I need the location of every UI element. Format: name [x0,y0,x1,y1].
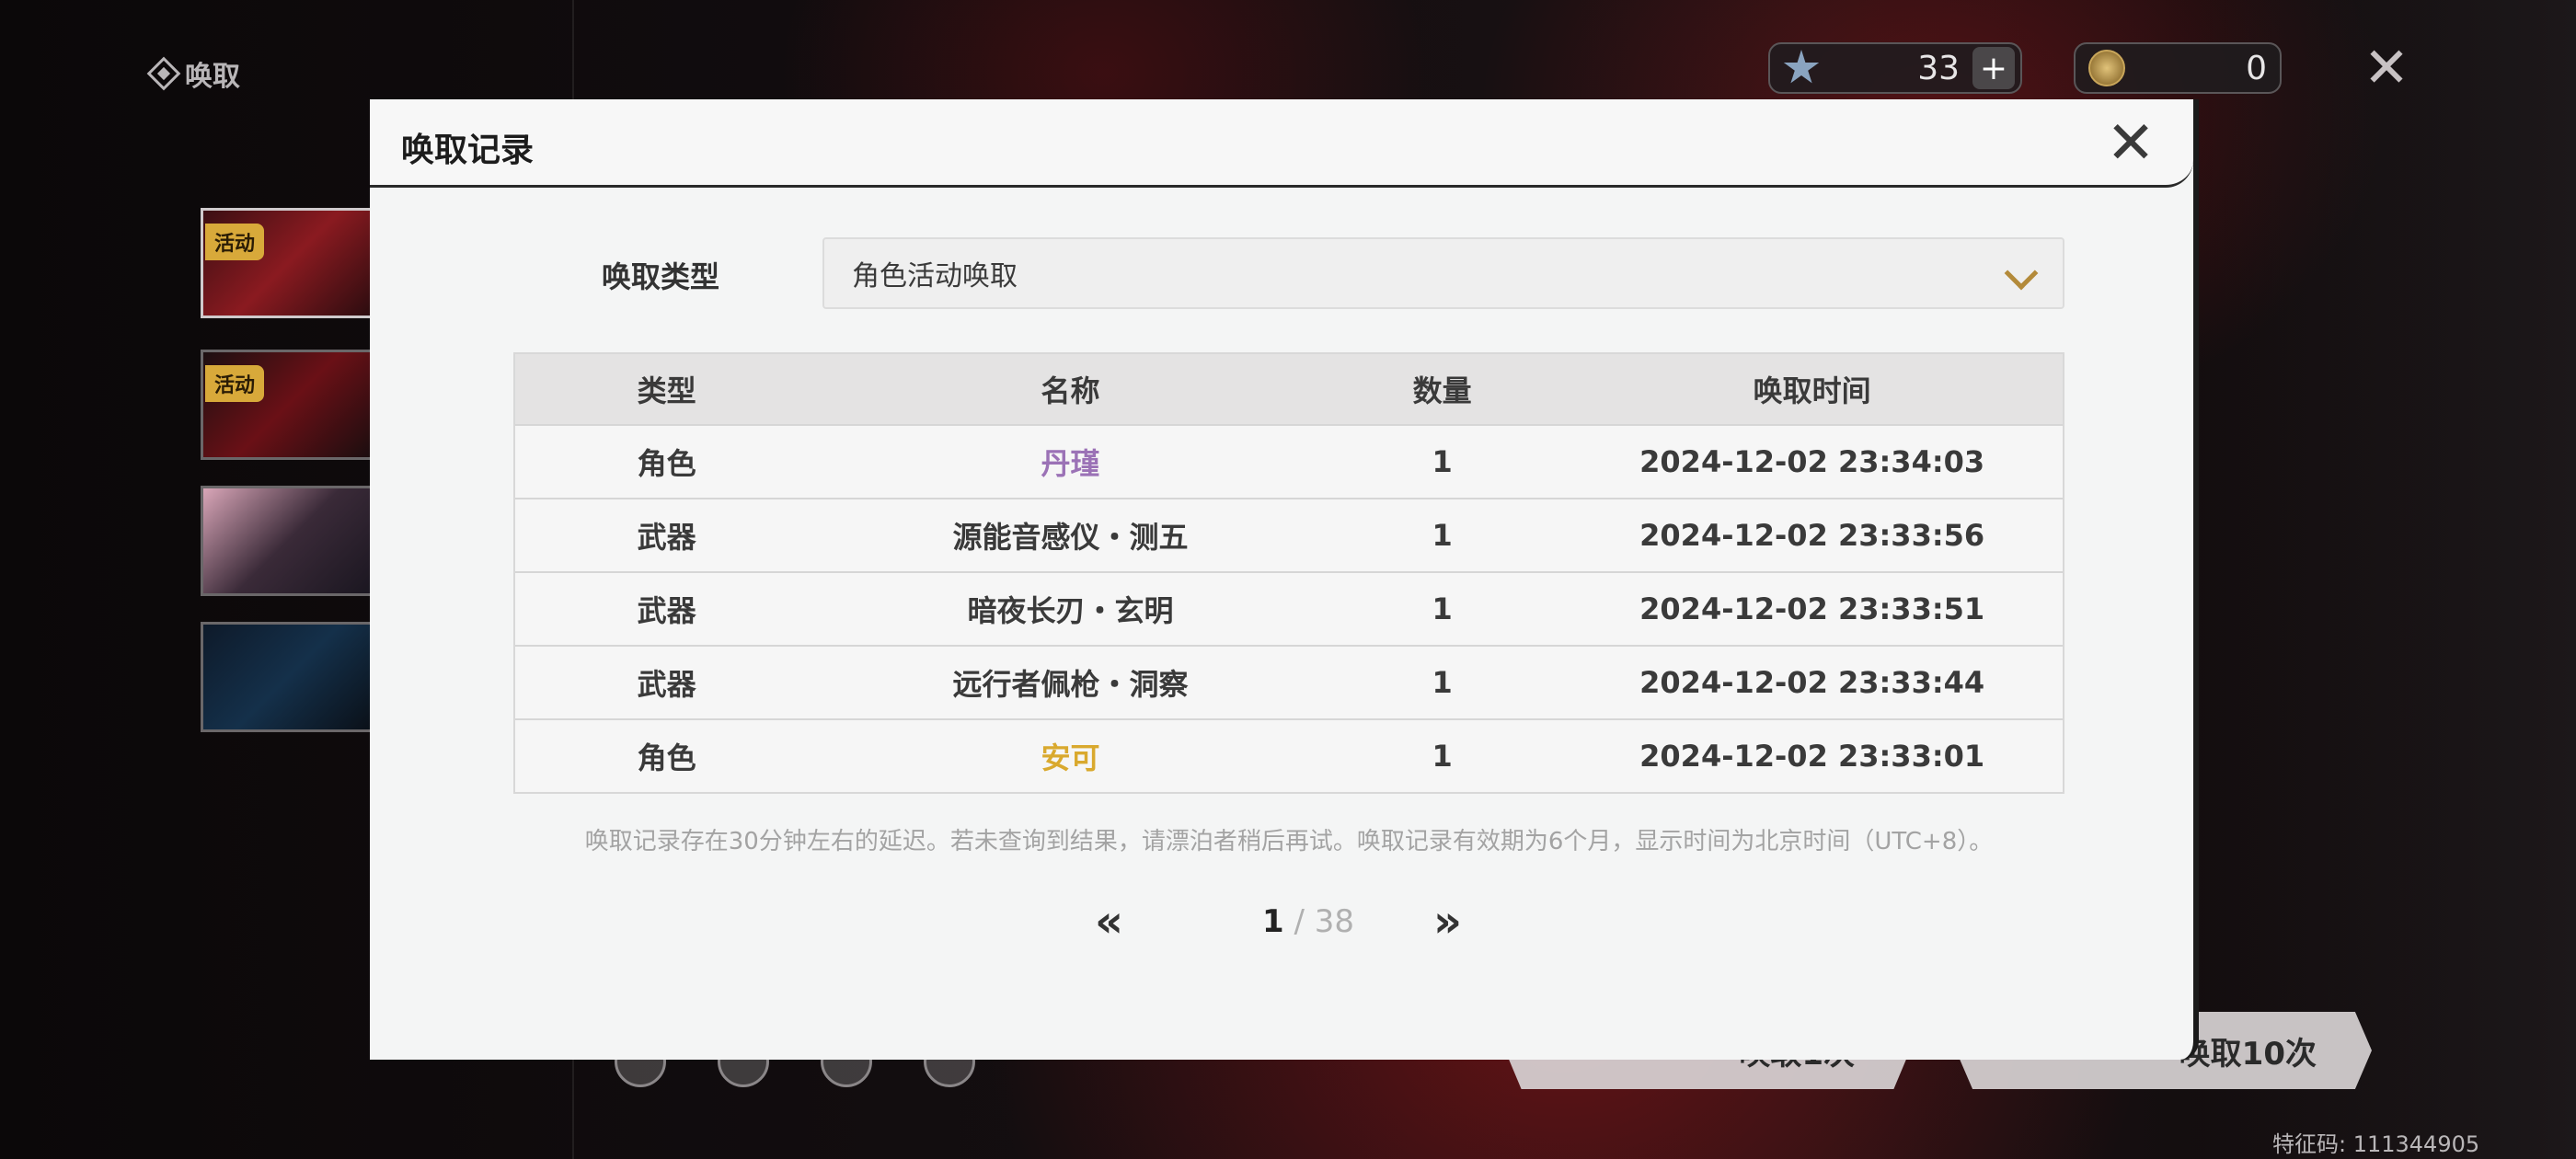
previous-page-icon[interactable]: « [1095,896,1123,947]
table-row: 武器 远行者佩枪・洞察 1 2024-12-02 23:33:44 [515,645,2063,718]
cell-time: 2024-12-02 23:33:01 [1639,739,1985,774]
cell-name: 源能音感仪・测五 [952,520,1189,555]
banner-thumb-1[interactable]: 活动 [201,208,375,318]
cell-name: 丹瑾 [1041,446,1100,481]
cell-type: 角色 [637,446,696,481]
banner-thumb-2[interactable]: 活动 [201,350,375,460]
table-row: 武器 暗夜长刃・玄明 1 2024-12-02 23:33:51 [515,571,2063,645]
cell-name: 暗夜长刃・玄明 [967,593,1174,628]
cell-quantity: 1 [1432,739,1453,774]
cell-quantity: 1 [1432,518,1453,553]
convene-icon [146,56,181,91]
pagination: « 1 / 38 » [370,883,2193,957]
cell-type: 武器 [637,667,696,702]
filter-label: 唤取类型 [602,259,720,294]
current-page: 1 [1261,903,1284,940]
table-header: 类型 名称 数量 唤取时间 [515,354,2063,424]
currency-coin: 0 [2074,42,2282,94]
table-row: 角色 安可 1 2024-12-02 23:33:01 [515,718,2063,792]
coin-icon [2088,50,2125,86]
convene-history-modal: 唤取记录 ✕ 唤取类型 角色活动唤取 类型 名称 数量 唤取时间 角色 丹瑾 1… [370,99,2199,1060]
convene-ten-label: 唤取10次 [2179,1035,2317,1073]
add-currency-button[interactable]: + [1972,47,2015,89]
modal-title: 唤取记录 [401,132,535,169]
event-tag: 活动 [205,224,265,260]
exit-icon[interactable]: ✕ [2359,40,2414,96]
cell-type: 武器 [637,520,696,555]
event-tag: 活动 [205,365,265,402]
banner-thumb-3[interactable] [201,486,375,596]
cell-quantity: 1 [1432,591,1453,626]
header-type: 类型 [637,373,696,408]
table-row: 角色 丹瑾 1 2024-12-02 23:34:03 [515,424,2063,498]
cell-time: 2024-12-02 23:34:03 [1639,444,1985,479]
cell-time: 2024-12-02 23:33:44 [1639,665,1985,700]
header-name: 名称 [1041,373,1100,408]
filter-selected-value: 角色活动唤取 [852,260,1018,293]
banner-thumb-4[interactable] [201,622,375,732]
cell-time: 2024-12-02 23:33:56 [1639,518,1985,553]
total-pages: 38 [1314,903,1354,940]
header-time: 唤取时间 [1753,373,1871,408]
table-row: 武器 源能音感仪・测五 1 2024-12-02 23:33:56 [515,498,2063,571]
history-table: 类型 名称 数量 唤取时间 角色 丹瑾 1 2024-12-02 23:34:0… [513,352,2064,794]
header-quantity: 数量 [1412,373,1472,408]
page-separator: / [1283,903,1315,940]
cell-quantity: 1 [1432,665,1453,700]
background-overlay [2199,0,2576,1159]
modal-header: 唤取记录 ✕ [370,99,2193,188]
screen-title: 唤取 [146,55,240,93]
delay-notice: 唤取记录存在30分钟左右的延迟。若未查询到结果，请漂泊者稍后再试。唤取记录有效期… [584,828,1994,855]
screen-title-text: 唤取 [185,61,240,93]
next-page-icon[interactable]: » [1433,896,1462,947]
cell-type: 武器 [637,593,696,628]
close-icon[interactable]: ✕ [2101,114,2160,173]
currency-value: 0 [2246,49,2267,87]
feature-code: 特征码: 111344905 [2272,1131,2480,1157]
cell-name: 安可 [1041,740,1100,775]
currency-value: 33 [1917,49,1960,87]
star-icon [1783,50,1820,84]
cell-time: 2024-12-02 23:33:51 [1639,591,1985,626]
chevron-down-icon [2004,256,2039,291]
cell-name: 远行者佩枪・洞察 [952,667,1189,702]
currency-astrite: 33 + [1768,42,2022,94]
page-indicator: 1 / 38 [1244,903,1373,940]
cell-quantity: 1 [1432,444,1453,479]
convene-type-select[interactable]: 角色活动唤取 [822,237,2064,309]
cell-type: 角色 [637,740,696,775]
